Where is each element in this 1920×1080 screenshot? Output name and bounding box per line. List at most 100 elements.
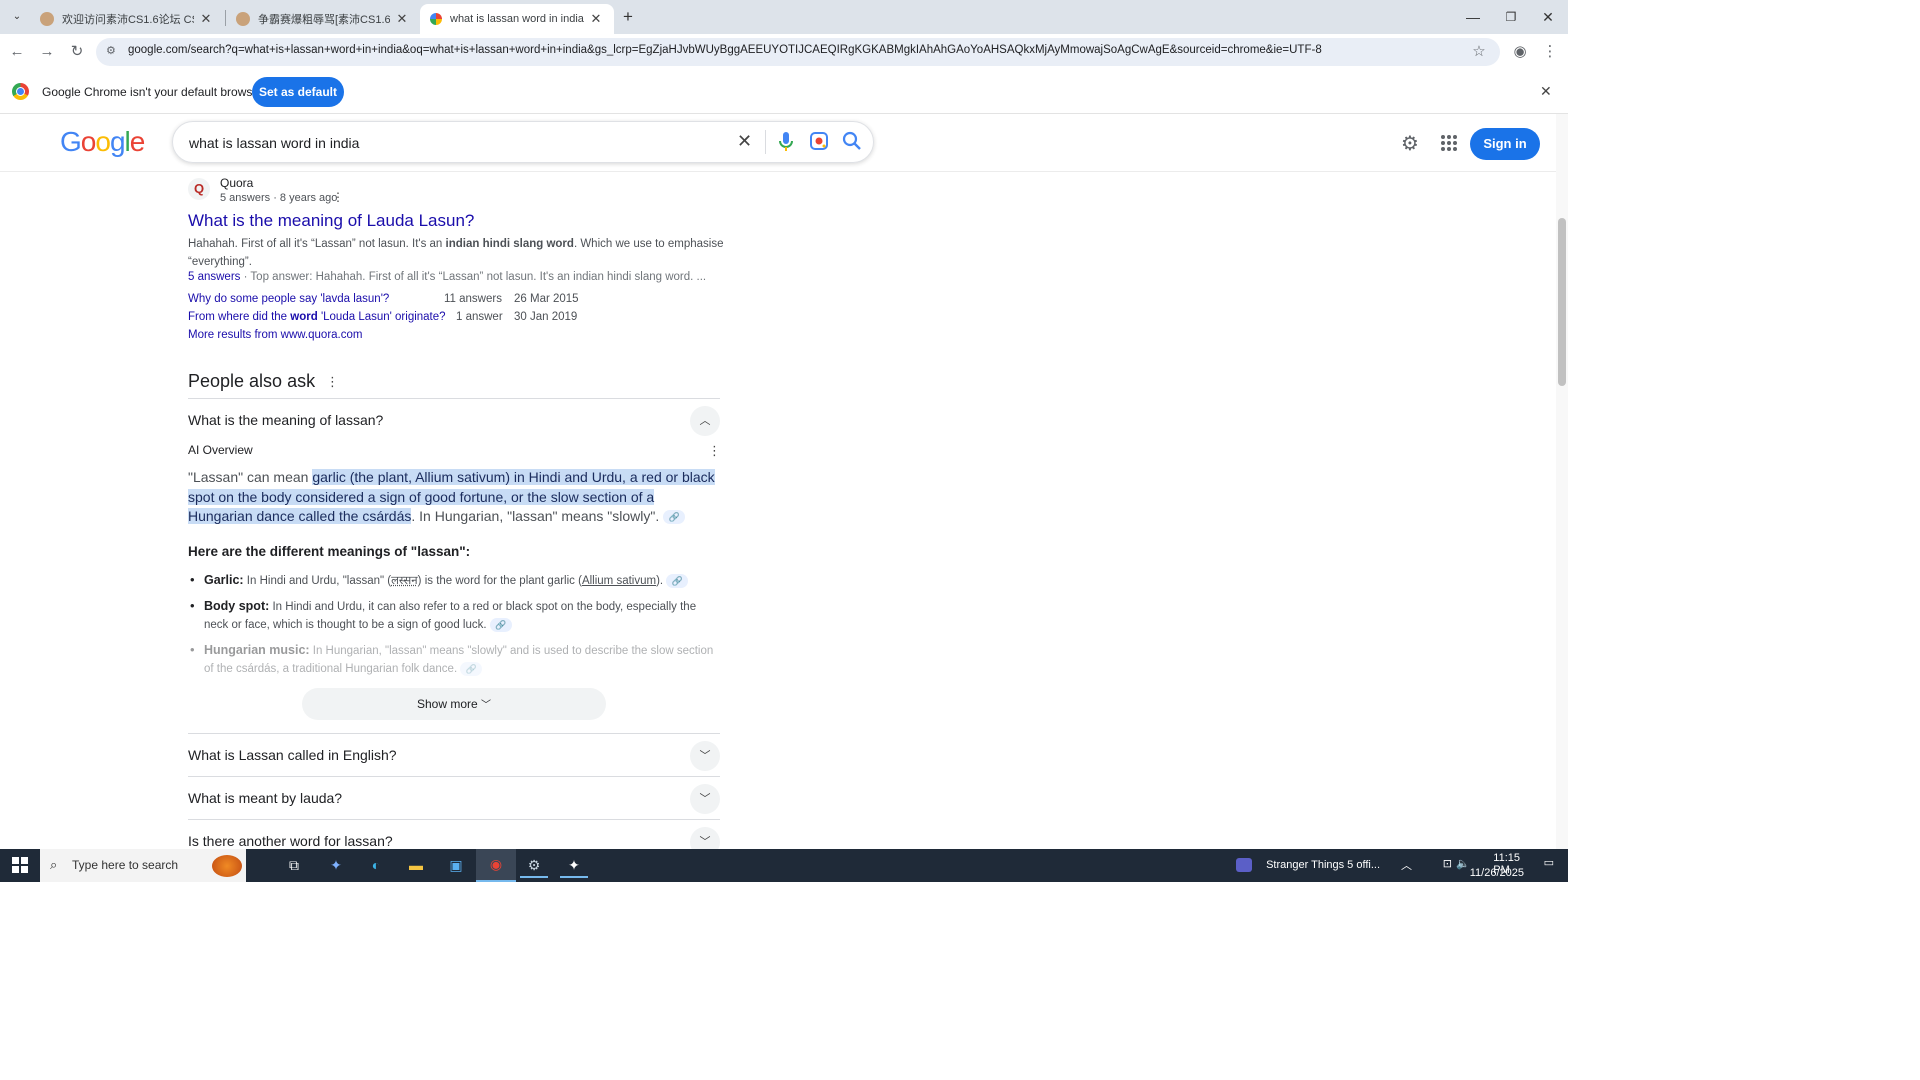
search-icon[interactable] xyxy=(841,130,863,152)
search-input[interactable]: what is lassan word in india xyxy=(189,135,359,151)
close-tab-icon[interactable]: ✕ xyxy=(588,11,604,27)
network-icon[interactable]: ⊡ xyxy=(1443,857,1452,870)
source-link-icon[interactable]: 🔗 xyxy=(663,510,686,525)
google-logo[interactable]: Google xyxy=(60,126,145,158)
paa-question-expanded[interactable]: What is the meaning of lassan? ︿ xyxy=(188,398,720,442)
meaning-term: Body spot: xyxy=(204,599,270,613)
meaning-text: In Hindi and Urdu, it can also refer to … xyxy=(204,601,697,631)
notifications-icon[interactable]: ▭ xyxy=(1544,856,1554,869)
tab-title: 争霸赛爆粗辱骂[素沛CS1.6论坛 xyxy=(258,14,390,26)
meaning-text: ). xyxy=(656,575,664,587)
clock-date[interactable]: 11/26/2025 xyxy=(1470,867,1524,879)
close-window-icon[interactable]: ✕ xyxy=(1533,6,1563,28)
address-bar[interactable]: ⚙ google.com/search?q=what+is+lassan+wor… xyxy=(96,38,1500,66)
chrome-menu-icon[interactable]: ⋮ xyxy=(1539,42,1561,62)
default-browser-infobar: Google Chrome isn't your default browser… xyxy=(0,70,1568,114)
sign-in-button[interactable]: Sign in xyxy=(1470,128,1540,160)
chevron-up-icon[interactable]: ︿ xyxy=(690,406,720,436)
browser-toolbar: ← → ↻ ⚙ google.com/search?q=what+is+lass… xyxy=(0,34,1568,70)
url-text[interactable]: google.com/search?q=what+is+lassan+word+… xyxy=(128,44,1458,56)
close-tab-icon[interactable]: ✕ xyxy=(394,11,410,27)
related-question-row[interactable]: From where did the word 'Louda Lasun' or… xyxy=(188,311,446,323)
site-info-icon[interactable]: ⚙ xyxy=(106,44,116,57)
tab-favicon-icon xyxy=(40,12,54,26)
game-app-icon[interactable]: ✦ xyxy=(560,853,588,878)
search-icon: ⌕ xyxy=(50,857,58,872)
clear-search-icon[interactable]: ✕ xyxy=(737,131,752,152)
bookmark-star-icon[interactable]: ☆ xyxy=(1468,42,1490,62)
paa-question[interactable]: What is meant by lauda? ﹀ xyxy=(188,776,720,820)
more-results-link[interactable]: More results from www.quora.com xyxy=(188,329,362,341)
related-date: 26 Mar 2015 xyxy=(514,293,579,305)
link-text: From where did the xyxy=(188,311,291,323)
voice-search-icon[interactable] xyxy=(776,130,796,154)
new-tab-icon[interactable]: + xyxy=(618,7,638,27)
google-apps-icon[interactable] xyxy=(1440,134,1458,152)
link-emphasis: word xyxy=(290,311,318,323)
source-link-icon[interactable]: 🔗 xyxy=(460,661,483,676)
related-question-link[interactable]: Why do some people say 'lavda lasun'? xyxy=(188,293,389,305)
tab-1[interactable]: 欢迎访问素沛CS1.6论坛 CS反作 ✕ xyxy=(30,4,224,34)
windows-start-icon[interactable] xyxy=(6,853,34,878)
ai-overview-more-icon[interactable]: ⋮ xyxy=(708,443,721,459)
search-box[interactable]: what is lassan word in india ✕ xyxy=(172,121,874,163)
meaning-link[interactable]: Allium sativum xyxy=(582,575,656,587)
tab-search-button[interactable]: ⌄ xyxy=(8,8,26,26)
list-item: Hungarian music: In Hungarian, "lassan" … xyxy=(188,641,720,678)
tray-overflow-icon[interactable]: ︿ xyxy=(1401,857,1412,873)
result-snippet: Hahahah. First of all it's “Lassan” not … xyxy=(188,235,728,271)
related-question-link[interactable]: From where did the word 'Louda Lasun' or… xyxy=(188,311,446,323)
result-more-icon[interactable]: ⋮ xyxy=(332,190,344,204)
edge-icon[interactable]: ◐ xyxy=(362,853,390,878)
steam-icon[interactable]: ⚙ xyxy=(520,853,548,878)
chrome-logo-icon xyxy=(12,83,29,100)
forward-icon[interactable]: → xyxy=(36,42,58,62)
tab-2[interactable]: 争霸赛爆粗辱骂[素沛CS1.6论坛 ✕ xyxy=(226,4,420,34)
paa-question-text: What is Lassan called in English? xyxy=(188,747,397,763)
show-more-button[interactable]: Show more ﹀ xyxy=(302,688,606,720)
source-link-icon[interactable]: 🔗 xyxy=(666,573,689,588)
related-date: 30 Jan 2019 xyxy=(514,311,578,323)
top-answer-line: 5 answers · Top answer: Hahahah. First o… xyxy=(188,271,728,283)
taskbar-search-box[interactable]: ⌕ Type here to search xyxy=(40,849,246,882)
media-title[interactable]: Stranger Things 5 offi... xyxy=(1266,859,1380,871)
store-icon[interactable]: ▣ xyxy=(442,853,470,878)
related-question-row[interactable]: Why do some people say 'lavda lasun'? xyxy=(188,293,389,305)
chrome-taskbar-icon[interactable]: ◉ xyxy=(476,849,516,882)
meanings-heading: Here are the different meanings of "lass… xyxy=(188,544,471,559)
page-scrollbar[interactable] xyxy=(1556,114,1568,849)
close-infobar-icon[interactable]: ✕ xyxy=(1540,83,1552,100)
restore-icon[interactable]: ❐ xyxy=(1496,6,1526,28)
chevron-down-icon[interactable]: ﹀ xyxy=(690,784,720,814)
summary-text: "Lassan" can mean xyxy=(188,469,313,485)
file-explorer-icon[interactable]: ▬ xyxy=(402,853,430,878)
volume-icon[interactable]: 🔈 xyxy=(1456,857,1470,870)
copilot-icon[interactable]: ✦ xyxy=(322,853,350,878)
quora-favicon-icon[interactable]: Q xyxy=(188,178,210,200)
tab-3-active[interactable]: what is lassan word in india - G ✕ xyxy=(420,4,614,34)
ai-overview-summary: "Lassan" can mean garlic (the plant, All… xyxy=(188,468,720,527)
reload-icon[interactable]: ↻ xyxy=(66,42,88,62)
scrollbar-thumb[interactable] xyxy=(1558,218,1566,386)
minimize-icon[interactable]: — xyxy=(1458,6,1488,28)
chevron-down-icon[interactable]: ﹀ xyxy=(690,827,720,849)
back-icon[interactable]: ← xyxy=(6,42,28,62)
lens-search-icon[interactable] xyxy=(809,131,829,151)
meaning-term: Garlic: xyxy=(204,573,244,587)
snippet-emphasis: indian hindi slang word xyxy=(445,238,574,250)
paa-question[interactable]: Is there another word for lassan? ﹀ xyxy=(188,819,720,849)
media-icon[interactable] xyxy=(1236,858,1252,872)
answers-count-link[interactable]: 5 answers xyxy=(188,271,240,283)
source-link-icon[interactable]: 🔗 xyxy=(489,617,512,632)
paa-more-icon[interactable]: ⋮ xyxy=(326,374,339,390)
paa-question[interactable]: What is Lassan called in English? ﹀ xyxy=(188,733,720,777)
profile-icon[interactable]: ◉ xyxy=(1509,42,1531,62)
close-tab-icon[interactable]: ✕ xyxy=(198,11,214,27)
settings-gear-icon[interactable]: ⚙ xyxy=(1401,131,1419,156)
meaning-text: ) is the word for the plant garlic ( xyxy=(417,575,582,587)
task-view-icon[interactable]: ⧉ xyxy=(280,853,308,878)
set-as-default-button[interactable]: Set as default xyxy=(252,77,344,107)
tab-title: what is lassan word in india - G xyxy=(450,13,584,25)
result-title-link[interactable]: What is the meaning of Lauda Lasun? xyxy=(188,211,474,231)
chevron-down-icon[interactable]: ﹀ xyxy=(690,741,720,771)
